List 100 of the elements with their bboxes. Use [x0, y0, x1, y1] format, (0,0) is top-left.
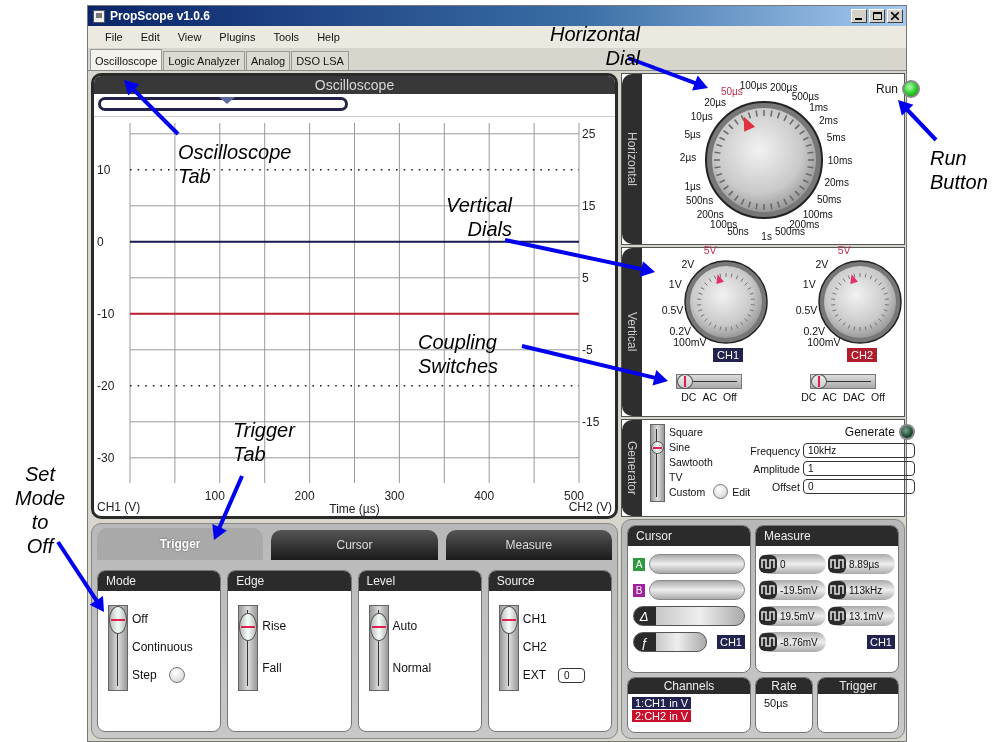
timeline-overview[interactable]	[94, 94, 615, 117]
slider-thumb[interactable]	[499, 606, 518, 634]
input-field[interactable]: 1	[802, 461, 915, 476]
scale-label[interactable]: 100mV	[673, 336, 707, 349]
tab[interactable]: Measure	[445, 530, 612, 560]
option-label[interactable]: Auto	[392, 619, 418, 633]
menu-item[interactable]: Tools	[264, 31, 309, 43]
axis-tick-label: -15	[582, 414, 600, 429]
option-label[interactable]: CH2	[522, 640, 547, 654]
slider-track[interactable]	[650, 424, 665, 502]
coupling-label[interactable]: AC	[702, 391, 717, 403]
tab[interactable]: DSO LSA	[291, 51, 349, 70]
timebase-label[interactable]: 5ms	[826, 131, 846, 142]
menu-item[interactable]: Edit	[131, 31, 169, 43]
coupling-switch[interactable]	[676, 374, 742, 389]
timebase-label[interactable]: 200ns	[696, 208, 724, 220]
option-label[interactable]: EXT	[522, 668, 547, 682]
scale-label[interactable]: 100mV	[807, 336, 841, 349]
timebase-label[interactable]: 100ms	[802, 208, 833, 220]
waveform-label[interactable]: Square	[669, 425, 703, 438]
timebase-label[interactable]: 20µs	[704, 96, 727, 108]
timebase-label[interactable]: 2µs	[679, 151, 697, 163]
option-label[interactable]: Off	[132, 612, 148, 626]
scale-label[interactable]: 1V	[802, 277, 816, 290]
timebase-label[interactable]: 10µs	[690, 110, 713, 122]
scale-label[interactable]: 0.2V	[803, 324, 825, 337]
scale-label[interactable]: 2V	[815, 257, 829, 270]
cursor-field[interactable]	[649, 580, 745, 600]
timebase-label[interactable]: 1ms	[809, 101, 829, 113]
edit-button[interactable]	[713, 484, 729, 499]
close-button[interactable]	[887, 9, 903, 23]
maximize-button[interactable]	[869, 9, 885, 23]
option-label[interactable]: Continuous	[132, 640, 193, 654]
option-label[interactable]: Rise	[262, 619, 287, 633]
channel-badge: CH1	[717, 635, 745, 649]
scale-label[interactable]: 0.5V	[795, 303, 818, 316]
timebase-label[interactable]: 1µs	[684, 180, 701, 192]
scale-label[interactable]: 0.5V	[661, 303, 684, 316]
coupling-label[interactable]: DAC	[842, 391, 866, 403]
scale-label[interactable]: 5V	[837, 244, 851, 257]
card-title: Source	[488, 571, 611, 591]
scale-label[interactable]: 2V	[681, 257, 695, 270]
timebase-label[interactable]: 20ms	[824, 176, 849, 188]
switch-thumb[interactable]	[677, 374, 693, 389]
input-field[interactable]: 0	[558, 667, 585, 683]
menu-item[interactable]: File	[96, 31, 132, 43]
option-label[interactable]: Normal	[392, 661, 432, 675]
scale-label[interactable]: 5V	[703, 244, 717, 257]
slider-track[interactable]	[238, 605, 259, 691]
cursor-field[interactable]	[649, 554, 745, 574]
slider-thumb[interactable]	[651, 441, 664, 454]
coupling-label[interactable]: Off	[871, 391, 885, 403]
option-label[interactable]: Step	[132, 668, 157, 682]
generate-button[interactable]	[898, 424, 915, 440]
minimize-button[interactable]	[851, 9, 867, 23]
overview-window[interactable]	[98, 97, 348, 111]
timebase-label[interactable]: 1s	[761, 230, 772, 242]
timebase-label[interactable]: 500ns	[685, 194, 714, 206]
input-field[interactable]: 0	[802, 479, 915, 494]
slider-thumb[interactable]	[369, 613, 388, 641]
menu-item[interactable]: Plugins	[210, 31, 265, 43]
waveform-label[interactable]: TV	[669, 470, 683, 483]
slider-thumb[interactable]	[239, 613, 258, 641]
option-label[interactable]: CH1	[522, 612, 547, 626]
coupling-label[interactable]: Off	[722, 391, 737, 403]
cursor-field[interactable]: Δ	[633, 606, 745, 626]
tab[interactable]: Analog	[245, 51, 291, 70]
tab[interactable]: Cursor	[271, 530, 438, 560]
step-button[interactable]	[168, 667, 185, 683]
switch-thumb[interactable]	[811, 374, 827, 389]
coupling-switch[interactable]	[810, 374, 876, 389]
timebase-label[interactable]: 2ms	[819, 114, 838, 126]
scale-label[interactable]: 0.2V	[669, 324, 691, 337]
timebase-label[interactable]: 5µs	[684, 128, 701, 140]
axis-tick-label: 200	[294, 488, 315, 503]
option-label[interactable]: Fall	[262, 661, 282, 675]
input-field[interactable]: 10kHz	[802, 443, 915, 458]
scale-label[interactable]: 1V	[668, 277, 682, 290]
waveform-label[interactable]: Sawtooth	[669, 455, 713, 468]
waveform-label[interactable]: Custom	[669, 485, 706, 498]
callout-label: Vertical Dials	[445, 193, 512, 241]
coupling-label[interactable]: AC	[822, 391, 837, 403]
timebase-label[interactable]: 10ms	[827, 154, 853, 166]
timebase-label[interactable]: 200µs	[769, 81, 798, 93]
run-button[interactable]	[902, 80, 920, 98]
slider-track[interactable]	[368, 605, 389, 691]
coupling-label[interactable]: DC	[801, 391, 817, 403]
slider-thumb[interactable]	[109, 606, 127, 634]
timebase-label[interactable]: 50ms	[816, 193, 842, 205]
tab[interactable]: Logic Analyzer	[163, 51, 245, 70]
menu-item[interactable]: View	[168, 31, 211, 43]
timebase-label[interactable]: 500µs	[791, 90, 820, 102]
slider-track[interactable]	[498, 605, 519, 691]
menu-item[interactable]: Help	[308, 31, 349, 43]
measure-value: -19.5mV	[779, 584, 818, 596]
slider-track[interactable]	[108, 605, 128, 691]
tab[interactable]: Oscilloscope	[90, 49, 163, 70]
waveform-label[interactable]: Sine	[669, 440, 690, 453]
coupling-label[interactable]: DC	[681, 391, 697, 403]
cursor-field[interactable]: ƒ	[633, 632, 707, 652]
